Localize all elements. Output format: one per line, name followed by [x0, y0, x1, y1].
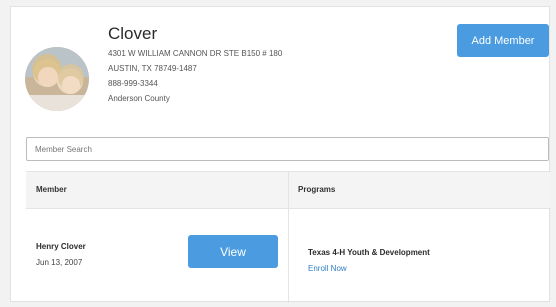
- county-name: Anderson County: [108, 94, 170, 103]
- phone-number: 888-999-3344: [108, 79, 158, 88]
- add-member-button[interactable]: Add Member: [457, 24, 549, 57]
- member-name: Henry Clover: [36, 242, 86, 251]
- member-birthdate: Jun 13, 2007: [36, 258, 83, 267]
- table-row: Henry Clover Jun 13, 2007 View Texas 4-H…: [26, 209, 551, 303]
- avatar-photo: [25, 47, 89, 111]
- address-line-1: 4301 W WILLIAM CANNON DR STE B150 # 180: [108, 49, 283, 58]
- club-name: Clover: [108, 24, 158, 43]
- header-member: Member: [36, 185, 67, 194]
- program-name: Texas 4-H Youth & Development: [308, 248, 430, 257]
- member-search-input[interactable]: [26, 137, 549, 161]
- header-programs: Programs: [298, 185, 336, 194]
- club-card: Clover 4301 W WILLIAM CANNON DR STE B150…: [10, 6, 551, 303]
- address-line-2: AUSTIN, TX 78749-1487: [108, 64, 197, 73]
- club-avatar: [25, 47, 89, 111]
- view-member-button[interactable]: View: [188, 235, 278, 268]
- members-table: Member Programs Henry Clover Jun 13, 200…: [26, 171, 551, 303]
- enroll-now-link[interactable]: Enroll Now: [308, 264, 347, 273]
